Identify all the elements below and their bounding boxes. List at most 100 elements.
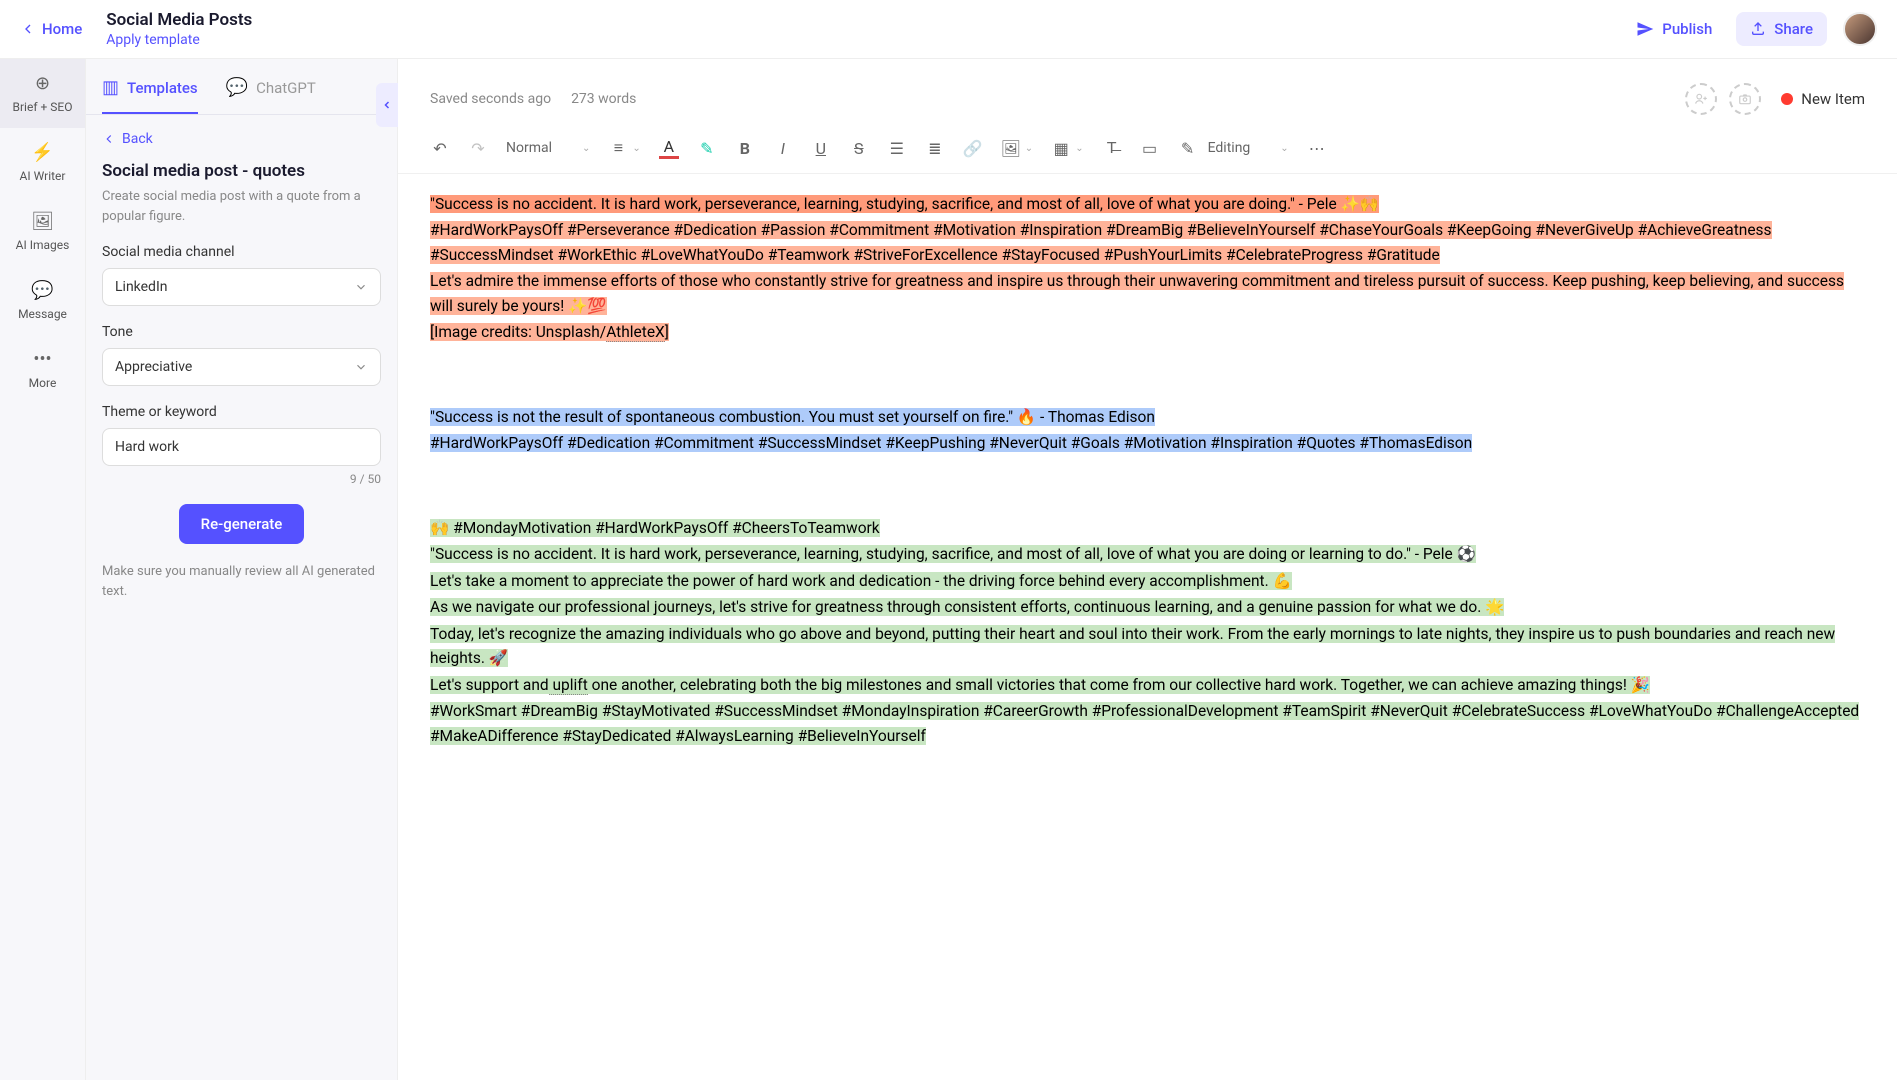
back-label: Back <box>122 131 153 147</box>
rail-message-label: Message <box>18 307 67 321</box>
pencil-icon: ✎ <box>1178 139 1198 158</box>
clear-format-button[interactable]: T̶ <box>1102 138 1122 158</box>
word-count: 273 words <box>571 91 636 107</box>
add-collaborator-button[interactable] <box>1685 83 1717 115</box>
share-button[interactable]: Share <box>1736 12 1827 46</box>
highlight-icon: ✎ <box>697 139 717 158</box>
underline-button[interactable]: U <box>811 139 831 158</box>
paragraph-style-select[interactable]: Normal ⌄ <box>506 140 590 156</box>
theme-label: Theme or keyword <box>102 404 381 420</box>
highlight-button[interactable]: ✎ <box>697 139 717 158</box>
theme-input[interactable] <box>102 428 381 466</box>
content-p6: #HardWorkPaysOff #Dedication #Commitment… <box>430 434 1472 452</box>
italic-button[interactable]: I <box>773 139 793 158</box>
rail-writer-label: AI Writer <box>20 169 66 183</box>
side-panel: ▥ Templates 💬 ChatGPT Back Social media … <box>86 59 398 1080</box>
home-link[interactable]: Home <box>20 20 82 38</box>
italic-icon: I <box>773 139 793 158</box>
rail-message[interactable]: 💬 Message <box>0 266 85 335</box>
channel-value: LinkedIn <box>115 279 168 295</box>
tab-templates[interactable]: ▥ Templates <box>102 77 198 114</box>
collapse-panel-button[interactable] <box>376 83 398 127</box>
numbered-list-button[interactable]: ≣ <box>925 139 945 158</box>
content-p9: Let's take a moment to appreciate the po… <box>430 572 1292 590</box>
chevron-down-icon: ⌄ <box>632 143 640 154</box>
image-icon: 🖼 <box>31 211 54 232</box>
more-button[interactable]: ⋯ <box>1307 139 1327 158</box>
avatar[interactable] <box>1843 12 1877 46</box>
apply-template-link[interactable]: Apply template <box>106 32 252 48</box>
camera-icon <box>1738 92 1752 106</box>
chevron-left-icon <box>381 99 393 111</box>
image-insert-button[interactable]: 🖼⌄ <box>1001 139 1033 158</box>
status-text: New Item <box>1801 90 1865 108</box>
bullet-list-button[interactable]: ☰ <box>887 139 907 158</box>
align-left-icon: ≡ <box>608 138 628 158</box>
editor-toolbar: ↶ ↷ Normal ⌄ ≡⌄ A ✎ B I U S ☰ ≣ 🔗 🖼⌄ ▦⌄ … <box>398 127 1897 174</box>
image-icon: 🖼 <box>1001 139 1021 158</box>
table-icon: ▦ <box>1051 139 1071 158</box>
char-count: 9 / 50 <box>102 472 381 486</box>
status-dot <box>1781 93 1793 105</box>
chevron-down-icon: ⌄ <box>1025 143 1033 154</box>
rail-ai-images[interactable]: 🖼 AI Images <box>0 197 85 266</box>
content-p5: "Success is not the result of spontaneou… <box>430 408 1155 426</box>
tone-select[interactable]: Appreciative <box>102 348 381 386</box>
page-title: Social Media Posts <box>106 10 252 30</box>
comment-button[interactable]: ▭ <box>1140 139 1160 158</box>
add-image-button[interactable] <box>1729 83 1761 115</box>
content-p2: #HardWorkPaysOff #Perseverance #Dedicati… <box>430 221 1772 263</box>
tone-value: Appreciative <box>115 359 192 375</box>
numbered-list-icon: ≣ <box>925 139 945 158</box>
bold-icon: B <box>735 139 755 158</box>
chat-icon: 💬 <box>31 280 53 301</box>
back-link[interactable]: Back <box>102 131 381 147</box>
bold-button[interactable]: B <box>735 139 755 158</box>
rail-images-label: AI Images <box>16 238 70 252</box>
text-color-icon: A <box>659 137 679 159</box>
content-p7: 🙌 #MondayMotivation #HardWorkPaysOff #Ch… <box>430 519 880 537</box>
review-note: Make sure you manually review all AI gen… <box>102 562 381 601</box>
content-p4b: AthleteX <box>606 323 665 342</box>
strikethrough-button[interactable]: S <box>849 139 869 158</box>
chevron-down-icon <box>354 360 368 374</box>
chevron-down-icon <box>354 280 368 294</box>
channel-select[interactable]: LinkedIn <box>102 268 381 306</box>
align-button[interactable]: ≡⌄ <box>608 138 640 158</box>
editing-mode-select[interactable]: ✎ Editing ⌄ <box>1178 139 1289 158</box>
strikethrough-icon: S <box>849 139 869 158</box>
send-icon <box>1636 20 1654 38</box>
undo-button[interactable]: ↶ <box>430 139 450 158</box>
dots-icon: ••• <box>33 349 51 370</box>
tab-templates-label: Templates <box>127 79 198 97</box>
home-label: Home <box>42 20 82 38</box>
tab-chatgpt[interactable]: 💬 ChatGPT <box>226 77 316 114</box>
comment-icon: ▭ <box>1140 139 1160 158</box>
chevron-down-icon: ⌄ <box>582 143 590 154</box>
bullet-list-icon: ☰ <box>887 139 907 158</box>
content-p13: #WorkSmart #DreamBig #StayMotivated #Suc… <box>430 702 1859 744</box>
rail-more-label: More <box>29 376 57 390</box>
document-content[interactable]: "Success is no accident. It is hard work… <box>398 174 1897 810</box>
regenerate-button[interactable]: Re-generate <box>179 504 305 544</box>
channel-label: Social media channel <box>102 244 381 260</box>
text-color-button[interactable]: A <box>659 137 679 159</box>
bolt-icon: ⚡ <box>31 142 53 163</box>
redo-button[interactable]: ↷ <box>468 139 488 158</box>
editing-label: Editing <box>1208 140 1251 156</box>
tone-label: Tone <box>102 324 381 340</box>
publish-button[interactable]: Publish <box>1622 12 1726 46</box>
share-label: Share <box>1774 20 1813 38</box>
rail-brief-label: Brief + SEO <box>13 100 73 114</box>
publish-label: Publish <box>1662 20 1712 38</box>
link-button[interactable]: 🔗 <box>963 139 983 158</box>
chevron-left-icon <box>102 132 116 146</box>
content-p8: "Success is no accident. It is hard work… <box>430 545 1476 563</box>
paragraph-style-value: Normal <box>506 140 552 156</box>
rail-brief-seo[interactable]: ⊕ Brief + SEO <box>0 59 85 128</box>
rail-more[interactable]: ••• More <box>0 335 85 404</box>
table-button[interactable]: ▦⌄ <box>1051 139 1083 158</box>
content-p11: Today, let's recognize the amazing indiv… <box>430 625 1835 667</box>
rail-ai-writer[interactable]: ⚡ AI Writer <box>0 128 85 197</box>
dots-icon: ⋯ <box>1307 139 1327 158</box>
